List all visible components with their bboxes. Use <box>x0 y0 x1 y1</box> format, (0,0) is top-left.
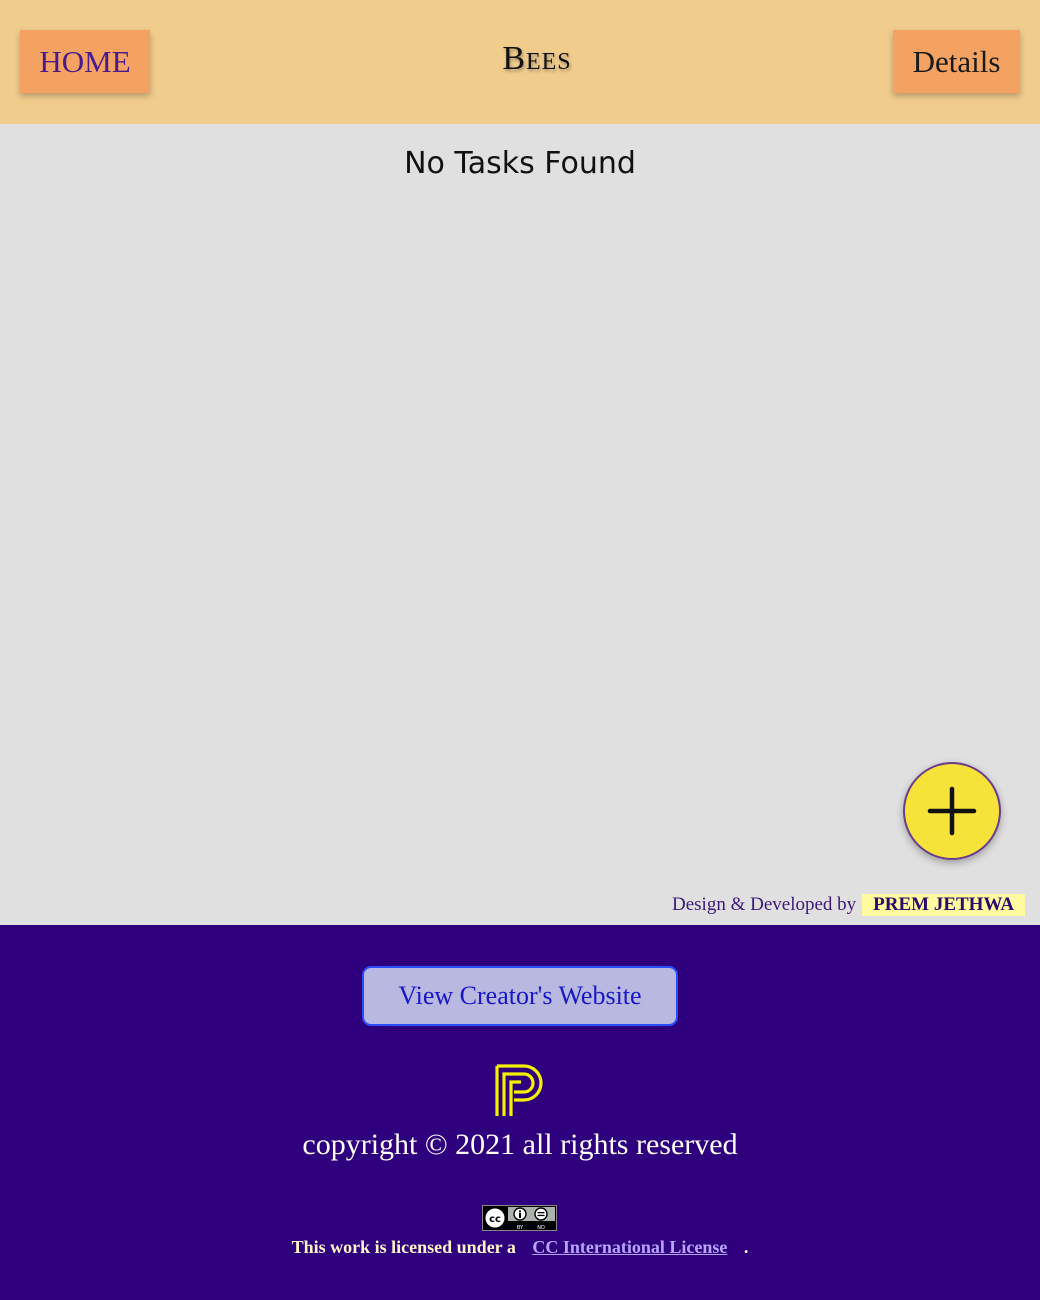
cc-by-label: BY <box>517 1225 524 1231</box>
plus-icon <box>927 786 977 836</box>
add-task-button[interactable] <box>903 762 1001 860</box>
credit-prefix: Design & Developed by <box>672 894 857 915</box>
svg-text:cc: cc <box>489 1214 501 1225</box>
copyright-text: copyright © 2021 all rights reserved <box>302 1128 738 1161</box>
license-suffix: . <box>743 1237 749 1257</box>
empty-state-message: No Tasks Found <box>404 146 636 181</box>
cc-by-nd-badge[interactable]: cc BY ND <box>482 1205 557 1231</box>
developer-name: PREM JETHWA <box>862 894 1026 916</box>
top-navbar: HOME Bees Details <box>0 0 1040 124</box>
page-title: Bees <box>502 40 572 77</box>
developer-credit: Design & Developed by PREM JETHWA <box>672 894 1026 916</box>
details-button[interactable]: Details <box>893 30 1020 93</box>
home-button[interactable]: HOME <box>20 30 150 93</box>
license-notice: This work is licensed under a CC Interna… <box>0 1237 1040 1258</box>
pj-monogram-logo <box>495 1064 543 1116</box>
cc-nd-label: ND <box>537 1225 545 1231</box>
view-creator-website-button[interactable]: View Creator's Website <box>362 966 678 1026</box>
license-prefix: This work is licensed under a <box>291 1237 516 1257</box>
cc-license-link[interactable]: CC International License <box>532 1237 727 1257</box>
